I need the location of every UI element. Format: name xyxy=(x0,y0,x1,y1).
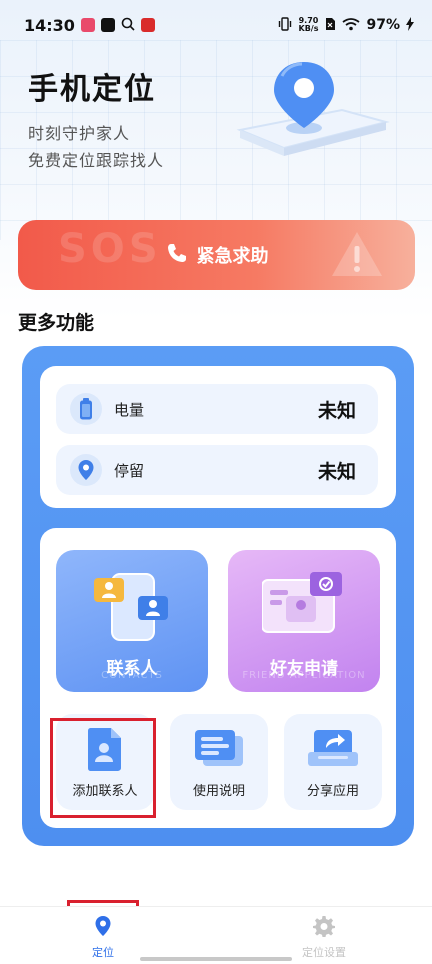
contacts-label: 联系人 xyxy=(106,659,158,679)
subtitle-line-2: 免费定位跟踪找人 xyxy=(28,151,165,170)
wifi-icon xyxy=(342,16,361,35)
instructions-button[interactable]: 使用说明 xyxy=(170,714,268,810)
vibrate-icon xyxy=(277,16,293,35)
bottom-navigation: 定位 定位设置 xyxy=(0,906,432,964)
search-icon xyxy=(121,16,135,35)
status-time: 14:30 xyxy=(24,15,75,35)
phone-icon xyxy=(165,241,189,270)
status-bar: 14:30 9.70 KB/s 97% xyxy=(0,0,432,50)
nav-locate-label: 定位 xyxy=(92,946,114,959)
instructions-icon xyxy=(193,730,245,772)
emergency-help-label: 紧急求助 xyxy=(196,246,269,267)
battery-row: 电量 未知 xyxy=(56,384,378,434)
stay-value: 未知 xyxy=(317,460,356,483)
nav-settings-label: 定位设置 xyxy=(302,946,346,959)
device-info-card: 电量 未知 停留 未知 xyxy=(40,366,396,508)
stay-label: 停留 xyxy=(114,461,145,480)
contacts-icon xyxy=(94,570,172,650)
battery-value: 未知 xyxy=(317,399,356,422)
network-speed: 9.70 KB/s xyxy=(299,17,319,33)
charging-icon xyxy=(406,16,414,35)
friend-request-icon xyxy=(261,572,346,642)
status-bar-right: 9.70 KB/s 97% xyxy=(277,16,414,35)
location-pin-illustration xyxy=(222,48,402,178)
battery-label: 电量 xyxy=(114,400,145,419)
nav-tab-locate[interactable]: 定位 xyxy=(63,915,143,960)
more-features-title: 更多功能 xyxy=(18,312,95,334)
page-title: 手机定位 xyxy=(28,72,156,107)
news-app-icon xyxy=(140,18,155,32)
share-app-label: 分享应用 xyxy=(306,784,359,799)
battery-icon xyxy=(70,393,102,425)
nav-gear-icon xyxy=(284,915,364,940)
friend-request-label: 好友申请 xyxy=(270,659,338,679)
stay-row: 停留 未知 xyxy=(56,445,378,495)
nav-location-pin-icon xyxy=(63,915,143,940)
subtitle-line-1: 时刻守护家人 xyxy=(28,124,131,143)
warning-icon xyxy=(329,228,385,285)
emergency-help-button[interactable]: SOS 紧急求助 xyxy=(18,220,415,290)
contacts-tile[interactable]: CONTACTS 联系人 xyxy=(56,550,208,692)
home-indicator[interactable] xyxy=(140,957,292,961)
battery-percentage: 97% xyxy=(366,17,400,33)
app-notification-icon xyxy=(80,18,95,32)
share-app-button[interactable]: 分享应用 xyxy=(284,714,382,810)
friend-request-tile[interactable]: FRIEND APPLICATION 好友申请 xyxy=(228,550,380,692)
tiktok-icon xyxy=(100,18,115,32)
network-speed-unit: KB/s xyxy=(298,24,319,33)
share-icon xyxy=(308,728,358,772)
status-bar-left: 14:30 xyxy=(24,16,155,35)
sim-icon xyxy=(324,16,336,35)
sos-watermark: SOS xyxy=(58,226,162,272)
highlight-box-add-contact xyxy=(50,718,156,818)
nav-tab-location-settings[interactable]: 定位设置 xyxy=(284,915,364,960)
location-pin-icon xyxy=(70,454,102,486)
instructions-label: 使用说明 xyxy=(192,784,245,799)
